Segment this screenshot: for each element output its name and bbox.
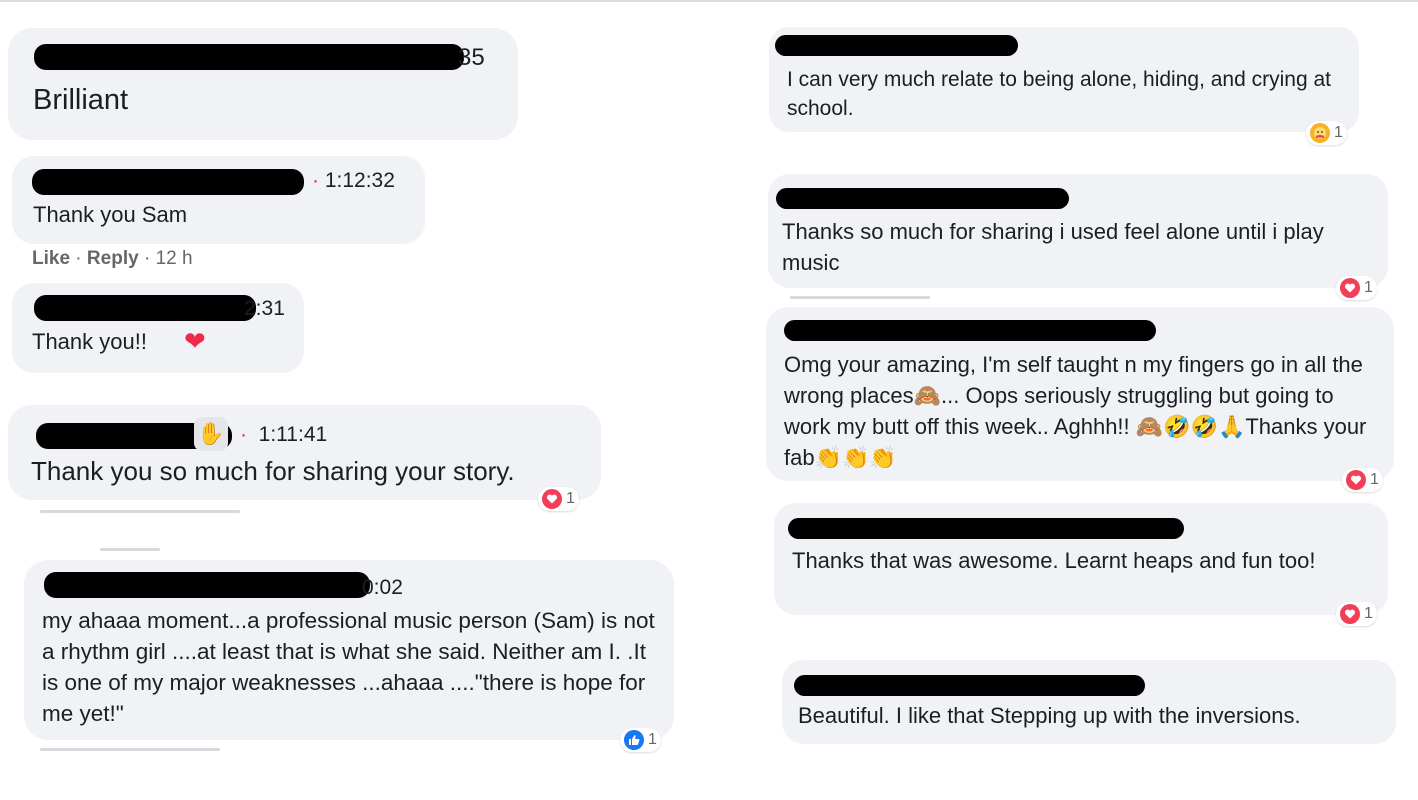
comment-text: Thank you!! <box>32 329 147 354</box>
heart-emoji: ❤ <box>184 327 206 357</box>
top-divider <box>0 0 1418 2</box>
reaction-pill[interactable]: 1 <box>1342 468 1383 492</box>
comment-text: Thanks that was awesome. Learnt heaps an… <box>792 548 1316 573</box>
comment-actions: Like · Reply · 12 h <box>32 248 193 269</box>
redacted-author <box>788 518 1184 539</box>
comment-bubble: I can very much relate to being alone, h… <box>769 27 1359 132</box>
heart-reaction-icon <box>1346 470 1366 490</box>
comment-bubble: Omg your amazing, I'm self taught n my f… <box>766 307 1394 481</box>
comment-bubble: Thanks that was awesome. Learnt heaps an… <box>774 503 1388 615</box>
comment-bubble: 35 Brilliant <box>8 28 518 140</box>
comment-text: Beautiful. I like that Stepping up with … <box>798 703 1301 728</box>
redacted-author <box>784 320 1156 341</box>
like-reaction-icon <box>624 730 644 750</box>
hidden-actions-line <box>100 548 160 551</box>
timestamp-value: 1:12:32 <box>324 169 395 192</box>
reaction-pill[interactable]: 1 <box>1306 121 1347 145</box>
comment-timestamp[interactable]: · 1:12:32 <box>312 169 395 193</box>
reply-link[interactable]: Reply <box>87 248 139 269</box>
comment-text: Omg your amazing, I'm self taught n my f… <box>784 352 1367 470</box>
redacted-author <box>794 675 1145 696</box>
redacted-author <box>32 169 304 195</box>
heart-reaction-icon <box>1340 278 1360 298</box>
comment-timestamp[interactable]: 35 <box>458 44 485 72</box>
redacted-author <box>34 295 256 321</box>
hidden-actions-line <box>40 748 220 751</box>
comment-timestamp[interactable]: · 1:11:41 <box>240 423 327 447</box>
comment-timestamp[interactable]: 2:31 <box>244 297 285 321</box>
like-link[interactable]: Like <box>32 248 70 269</box>
heart-reaction-icon <box>542 489 562 509</box>
comment-bubble: 2:31 Thank you!! ❤ <box>12 283 304 373</box>
comment-timestamp[interactable]: 0:02 <box>362 576 403 600</box>
reaction-count: 1 <box>1364 605 1373 622</box>
timestamp-dot: · <box>312 169 319 192</box>
timestamp-value: 1:11:41 <box>258 423 328 446</box>
hidden-actions-line <box>790 296 930 299</box>
comment-bubble: 0:02 my ahaaa moment...a professional mu… <box>24 560 674 740</box>
reaction-pill[interactable]: 1 <box>1336 602 1377 626</box>
comment-text: Brilliant <box>33 84 129 116</box>
reaction-count: 1 <box>1334 124 1343 141</box>
comment-bubble: · 1:12:32 Thank you Sam <box>12 156 425 244</box>
heart-reaction-icon <box>1340 604 1360 624</box>
reaction-count: 1 <box>566 490 575 507</box>
comment-text: Thank you so much for sharing your story… <box>31 456 515 486</box>
redacted-author <box>775 35 1018 56</box>
comment-text: Thank you Sam <box>33 202 188 227</box>
hidden-actions-line <box>40 510 240 513</box>
comment-bubble: Beautiful. I like that Stepping up with … <box>782 660 1396 744</box>
care-reaction-icon <box>1310 123 1330 143</box>
comment-age[interactable]: 12 h <box>156 248 193 269</box>
comment-text: I can very much relate to being alone, h… <box>787 68 1331 120</box>
comment-bubble: Thanks so much for sharing i used feel a… <box>768 174 1388 288</box>
comment-bubble: ✋ · 1:11:41 Thank you so much for sharin… <box>8 405 601 500</box>
redacted-author <box>776 188 1069 209</box>
reaction-pill[interactable]: 1 <box>1336 276 1377 300</box>
timestamp-dot: · <box>240 423 247 446</box>
wave-icon: ✋ <box>194 417 228 451</box>
reaction-pill[interactable]: 1 <box>538 487 579 511</box>
reaction-pill[interactable]: 1 <box>620 728 661 752</box>
reaction-count: 1 <box>648 731 657 748</box>
redacted-author <box>44 572 370 598</box>
reaction-count: 1 <box>1370 471 1379 488</box>
comment-text: my ahaaa moment...a professional music p… <box>42 608 655 726</box>
redacted-author <box>34 44 464 70</box>
reaction-count: 1 <box>1364 279 1373 296</box>
comment-text: Thanks so much for sharing i used feel a… <box>782 219 1324 275</box>
